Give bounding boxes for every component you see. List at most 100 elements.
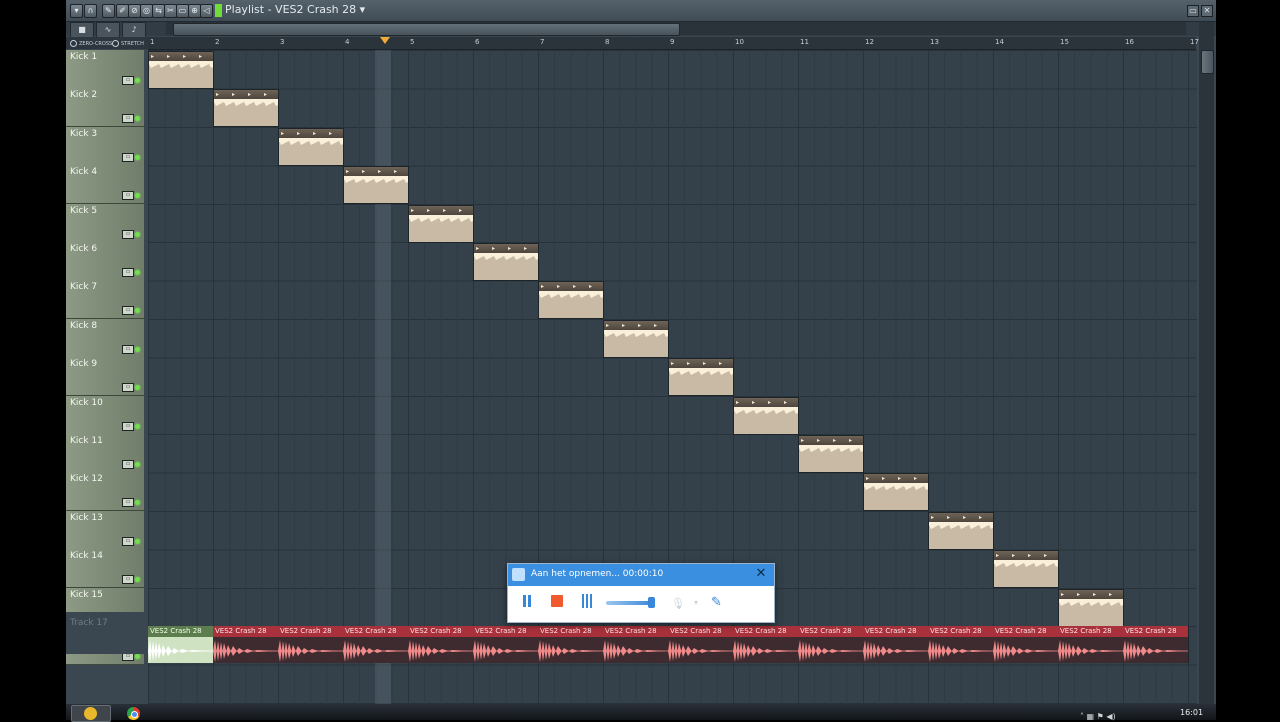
vertical-scroll-thumb[interactable] <box>1201 50 1214 74</box>
pattern-tab-icon[interactable]: ■ <box>70 22 94 38</box>
kick-clip[interactable]: ▸ ▸ ▸ ▸ <box>343 166 409 205</box>
track-header-empty[interactable]: Track 17 <box>66 612 144 654</box>
crash-clip[interactable]: VES2 Crash 28 <box>928 626 994 663</box>
restore-icon[interactable]: ▭ <box>1187 5 1199 17</box>
track-mute-led[interactable] <box>135 154 140 160</box>
kick-clip[interactable]: ▸ ▸ ▸ ▸ <box>733 396 799 435</box>
kick-clip[interactable]: ▸ ▸ ▸ ▸ <box>668 358 734 397</box>
menu-icon[interactable]: ▾ <box>70 4 83 18</box>
crash-clip[interactable]: VES2 Crash 28 <box>473 626 539 663</box>
pen-icon[interactable]: ✎ <box>711 595 722 610</box>
mixer-icon[interactable]: ▭ <box>122 229 134 239</box>
mixer-icon[interactable]: ▭ <box>122 268 134 277</box>
stop-icon[interactable] <box>551 595 563 607</box>
volume-slider-knob[interactable] <box>648 597 655 608</box>
playback-icon[interactable]: ◁ <box>200 4 213 18</box>
track-header[interactable]: Kick 8 ▭ <box>66 318 144 358</box>
title-bar[interactable]: ▾ ∩ ✎ ✐ ⊘ ◎ ⇆ ✂ ▭ ⊕ ◁ Playlist - VES2 Cr… <box>66 0 1216 22</box>
track-header[interactable]: Kick 5 ▭ <box>66 203 144 243</box>
mixer-icon[interactable]: ▭ <box>122 152 134 162</box>
vertical-scrollbar[interactable] <box>1199 22 1214 704</box>
crash-clip[interactable]: VES2 Crash 28 <box>148 626 214 663</box>
fl-studio-taskbar-icon[interactable] <box>71 705 111 722</box>
kick-clip[interactable]: ▸ ▸ ▸ ▸ <box>993 550 1059 589</box>
close-icon[interactable]: ✕ <box>1201 5 1213 17</box>
kick-clip[interactable]: ▸ ▸ ▸ ▸ <box>408 204 474 243</box>
volume-slider[interactable] <box>606 601 654 605</box>
mixer-icon[interactable]: ▭ <box>122 421 134 431</box>
audio-level-icon[interactable] <box>582 594 594 608</box>
crash-clip[interactable]: VES2 Crash 28 <box>668 626 734 663</box>
track-mute-led[interactable] <box>135 231 140 237</box>
kick-clip[interactable]: ▸ ▸ ▸ ▸ <box>278 127 344 166</box>
mixer-icon[interactable]: ▭ <box>122 306 134 316</box>
track-mute-led[interactable] <box>135 654 140 659</box>
track-header[interactable]: Kick 1 ▭ <box>66 50 144 89</box>
playhead-marker[interactable] <box>380 37 390 44</box>
crash-clip[interactable]: VES2 Crash 28 <box>863 626 929 663</box>
crash-clip[interactable]: VES2 Crash 28 <box>993 626 1059 663</box>
track-header[interactable]: Kick 14 ▭ <box>66 549 144 589</box>
track-mute-led[interactable] <box>135 500 140 506</box>
chrome-taskbar-icon[interactable] <box>127 707 140 720</box>
track-header[interactable]: Kick 3 ▭ <box>66 126 144 166</box>
mixer-icon[interactable]: ▭ <box>122 114 134 124</box>
track-mute-led[interactable] <box>135 462 140 467</box>
automation-tab-icon[interactable]: ∿ <box>96 22 120 38</box>
track-header[interactable]: Kick 11 ▭ <box>66 434 144 473</box>
chevron-down-icon[interactable]: ▾ <box>694 598 698 607</box>
crash-clip[interactable]: VES2 Crash 28 <box>733 626 799 663</box>
track-header[interactable]: Kick 2 ▭ <box>66 88 144 128</box>
mixer-icon[interactable]: ▭ <box>122 76 134 85</box>
crash-clip[interactable]: VES2 Crash 28 <box>1123 626 1189 663</box>
magnet-icon[interactable]: ∩ <box>84 4 97 18</box>
kick-clip[interactable]: ▸ ▸ ▸ ▸ <box>603 319 669 358</box>
mixer-icon[interactable]: ▭ <box>122 460 134 469</box>
crash-clip[interactable]: VES2 Crash 28 <box>1058 626 1124 663</box>
kick-clip[interactable]: ▸ ▸ ▸ ▸ <box>928 511 994 550</box>
close-icon[interactable]: ✕ <box>754 567 768 581</box>
track-mute-led[interactable] <box>135 385 140 391</box>
crash-clip[interactable]: VES2 Crash 28 <box>798 626 864 663</box>
track-mute-led[interactable] <box>135 538 140 544</box>
kick-clip[interactable]: ▸ ▸ ▸ ▸ <box>538 281 604 320</box>
audio-tab-icon[interactable]: ♪ <box>122 22 146 38</box>
track-mute-led[interactable] <box>135 577 140 583</box>
horizontal-scroll-thumb[interactable] <box>173 23 680 36</box>
kick-clip[interactable]: ▸ ▸ ▸ ▸ <box>213 89 279 128</box>
track-mute-led[interactable] <box>135 423 140 429</box>
pause-icon[interactable] <box>522 595 532 607</box>
track-header[interactable]: Kick 12 ▭ <box>66 472 144 512</box>
track-mute-led[interactable] <box>135 270 140 275</box>
mixer-icon[interactable]: ▭ <box>122 498 134 508</box>
mixer-icon[interactable]: ▭ <box>122 191 134 201</box>
kick-clip[interactable]: ▸ ▸ ▸ ▸ <box>798 435 864 473</box>
crash-clip[interactable]: VES2 Crash 28 <box>538 626 604 663</box>
zero-cross-option[interactable]: ZERO-CROSS <box>70 40 112 47</box>
track-header[interactable]: Kick 10 ▭ <box>66 395 144 435</box>
crash-clip[interactable]: VES2 Crash 28 <box>603 626 669 663</box>
microphone-icon[interactable]: 🎙 <box>671 597 685 610</box>
kick-clip[interactable]: ▸ ▸ ▸ ▸ <box>473 243 539 281</box>
mixer-icon[interactable]: ▭ <box>122 383 134 393</box>
pencil-icon[interactable]: ✎ <box>102 4 115 18</box>
track-mute-led[interactable] <box>135 308 140 314</box>
kick-clip[interactable]: ▸ ▸ ▸ ▸ <box>1058 588 1124 627</box>
mixer-icon[interactable]: ▭ <box>122 344 134 354</box>
track-header[interactable]: Kick 13 ▭ <box>66 510 144 550</box>
track-header[interactable]: Kick 7 ▭ <box>66 280 144 320</box>
track-header[interactable]: Kick 4 ▭ <box>66 165 144 205</box>
track-mute-led[interactable] <box>135 116 140 122</box>
track-mute-led[interactable] <box>135 346 140 352</box>
chevron-down-icon[interactable]: ▾ <box>360 3 366 16</box>
mixer-icon[interactable]: ▭ <box>122 575 134 585</box>
kick-clip[interactable]: ▸ ▸ ▸ ▸ <box>863 473 929 512</box>
kick-clip[interactable]: ▸ ▸ ▸ ▸ <box>148 51 214 89</box>
timeline-ruler[interactable]: 1 2 3 4 5 6 7 8 9 10 11 12 13 14 15 16 17 <box>148 37 1199 50</box>
track-header[interactable]: Kick 9 ▭ <box>66 357 144 397</box>
crash-clip[interactable]: VES2 Crash 28 <box>343 626 409 663</box>
track-header[interactable]: Kick 6 ▭ <box>66 242 144 281</box>
crash-clip[interactable]: VES2 Crash 28 <box>408 626 474 663</box>
mixer-icon[interactable]: ▭ <box>122 536 134 546</box>
track-mute-led[interactable] <box>135 193 140 199</box>
